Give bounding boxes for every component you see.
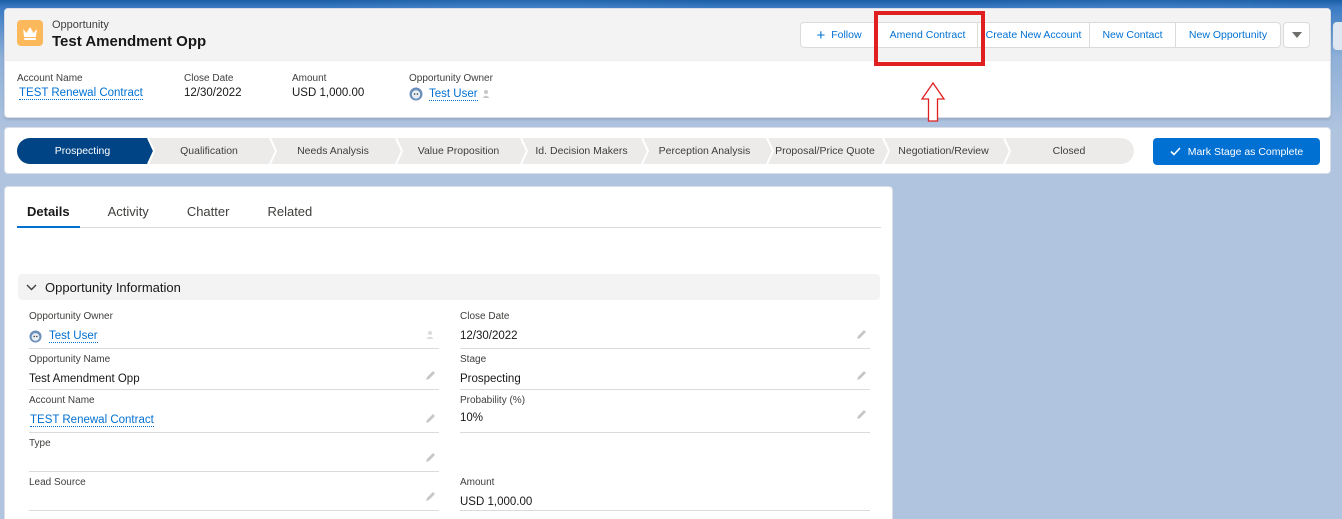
field-value (29, 455, 439, 471)
record-title: Test Amendment Opp (52, 33, 207, 50)
tab-activity[interactable]: Activity (98, 199, 159, 228)
highlight-value: 12/30/2022 (184, 87, 242, 99)
object-type-label: Opportunity (52, 19, 109, 31)
annotation-arrow-icon (921, 82, 945, 122)
crown-icon (17, 20, 43, 46)
user-avatar-icon (409, 87, 423, 101)
path-stage-proposal-price-quote[interactable]: Proposal/Price Quote (767, 138, 883, 164)
field-value: Test Amendment Opp (29, 373, 140, 385)
pencil-icon[interactable] (425, 413, 436, 424)
change-owner-icon[interactable] (426, 330, 436, 340)
path-stage-needs-analysis[interactable]: Needs Analysis (270, 138, 396, 164)
owner-link[interactable]: Test User (49, 330, 98, 343)
pencil-icon[interactable] (425, 491, 436, 502)
field-label: Opportunity Owner (29, 311, 113, 322)
chevron-down-icon (26, 284, 37, 290)
field-opportunity-owner: Opportunity Owner Test User (29, 311, 439, 349)
pencil-icon[interactable] (425, 452, 436, 463)
field-stage: Stage Prospecting (460, 354, 870, 390)
account-name-link[interactable]: TEST Renewal Contract (19, 87, 143, 100)
field-label: Account Name (29, 395, 95, 406)
pencil-icon[interactable] (425, 370, 436, 381)
field-label: Amount (460, 477, 495, 488)
field-label: Lead Source (29, 477, 86, 488)
highlight-value: USD 1,000.00 (292, 87, 365, 99)
follow-label: Follow (831, 29, 862, 41)
account-name-link[interactable]: TEST Renewal Contract (30, 414, 154, 427)
field-amount: Amount USD 1,000.00 (460, 477, 870, 511)
amend-contract-button[interactable]: Amend Contract (877, 22, 978, 48)
highlight-label: Amount (292, 73, 327, 84)
field-value: USD 1,000.00 (460, 496, 533, 508)
field-account-name: Account Name TEST Renewal Contract (29, 395, 439, 433)
field-value (29, 494, 439, 510)
path-stage-track: Prospecting Qualification Needs Analysis Va… (17, 138, 1134, 164)
more-actions-button[interactable] (1283, 22, 1310, 48)
record-detail-panel: Details Activity Chatter Related Opportu… (4, 186, 893, 519)
follow-button[interactable]: + Follow (800, 22, 878, 48)
user-avatar-icon (29, 329, 42, 343)
path-stage-perception-analysis[interactable]: Perception Analysis (642, 138, 767, 164)
new-opportunity-button[interactable]: New Opportunity (1175, 22, 1281, 48)
change-owner-icon[interactable] (482, 89, 492, 99)
field-opportunity-name: Opportunity Name Test Amendment Opp (29, 354, 439, 390)
field-label: Close Date (460, 311, 510, 322)
create-new-account-button[interactable]: Create New Account (977, 22, 1090, 48)
highlights-panel: Account Name TEST Renewal Contract Close… (17, 73, 549, 101)
sales-path: Prospecting Qualification Needs Analysis Va… (4, 127, 1331, 174)
field-value: 10% (460, 412, 484, 424)
pencil-icon[interactable] (856, 409, 867, 420)
path-stage-qualification[interactable]: Qualification (148, 138, 270, 164)
tab-details[interactable]: Details (17, 199, 80, 228)
field-probability: Probability (%) 10% (460, 395, 870, 433)
tab-chatter[interactable]: Chatter (177, 199, 240, 228)
record-header-title-area: Opportunity Test Amendment Opp + Follow … (5, 9, 1330, 61)
field-label: Probability (%) (460, 395, 526, 406)
path-stage-prospecting[interactable]: Prospecting (17, 138, 148, 164)
checkmark-icon (1170, 147, 1181, 156)
section-title: Opportunity Information (45, 279, 181, 295)
highlight-close-date: Close Date 12/30/2022 (184, 73, 292, 101)
pencil-icon[interactable] (856, 329, 867, 340)
header-action-group: + Follow Amend Contract Create New Accou… (800, 22, 1310, 48)
highlight-amount: Amount USD 1,000.00 (292, 73, 409, 101)
utility-bar-toggle[interactable] (1333, 22, 1342, 50)
field-value: Prospecting (460, 373, 521, 385)
mark-stage-complete-button[interactable]: Mark Stage as Complete (1153, 138, 1320, 165)
field-lead-source: Lead Source (29, 477, 439, 511)
highlight-label: Opportunity Owner (409, 73, 493, 84)
path-stage-id-decision-makers[interactable]: Id. Decision Makers (521, 138, 642, 164)
path-stage-closed[interactable]: Closed (1004, 138, 1134, 164)
highlight-label: Account Name (17, 73, 83, 84)
chevron-down-icon (1291, 32, 1302, 38)
owner-link[interactable]: Test User (429, 88, 478, 101)
field-label: Type (29, 438, 51, 449)
mark-complete-label: Mark Stage as Complete (1187, 145, 1304, 158)
field-label: Opportunity Name (29, 354, 111, 365)
field-close-date: Close Date 12/30/2022 (460, 311, 870, 349)
field-label: Stage (460, 354, 487, 365)
record-tabs: Details Activity Chatter Related (17, 199, 881, 228)
highlight-label: Close Date (184, 73, 234, 84)
plus-icon: + (816, 26, 826, 44)
field-value: 12/30/2022 (460, 330, 518, 342)
highlight-owner: Opportunity Owner Test User (409, 73, 549, 101)
new-contact-button[interactable]: New Contact (1089, 22, 1176, 48)
record-header: Opportunity Test Amendment Opp + Follow … (4, 8, 1331, 118)
field-type: Type (29, 438, 439, 472)
path-stage-negotiation-review[interactable]: Negotiation/Review (883, 138, 1004, 164)
tab-related[interactable]: Related (257, 199, 322, 228)
path-stage-value-proposition[interactable]: Value Proposition (396, 138, 521, 164)
highlight-account-name: Account Name TEST Renewal Contract (17, 73, 184, 101)
pencil-icon[interactable] (856, 370, 867, 381)
section-opportunity-information[interactable]: Opportunity Information (18, 274, 880, 300)
